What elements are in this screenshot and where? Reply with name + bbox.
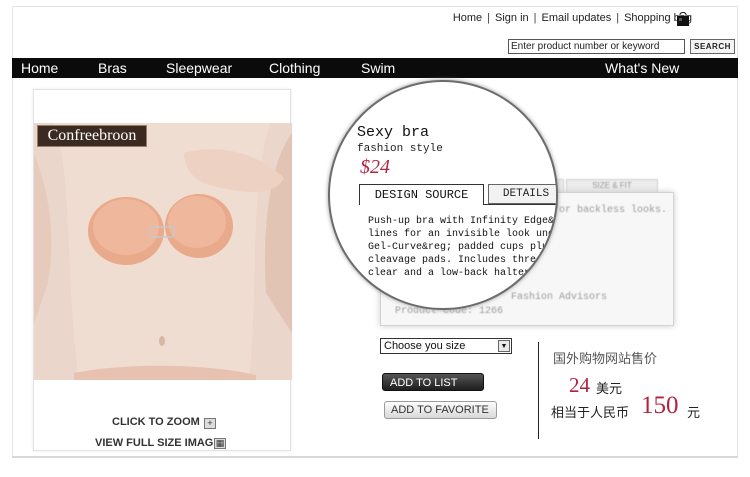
nav-item-bras[interactable]: Bras [98,59,127,77]
description-line: cleavage pads. Includes three straps: re… [368,255,556,266]
sign-in-link[interactable]: Sign in [495,12,529,24]
shopping-bag-icon[interactable] [676,12,690,27]
separator: | [533,12,537,24]
description-line: clear and a low-back halter [368,268,531,279]
add-to-list-button[interactable]: ADD TO LIST [382,373,484,391]
full-size-icon[interactable]: ▦ [214,438,226,449]
zoom-plus-icon[interactable]: + [204,418,216,429]
add-to-favorite-button[interactable]: ADD TO FAVORITE [384,401,497,419]
tab-size-fit[interactable]: SIZE & FIT [566,179,658,193]
separator: | [487,12,491,24]
email-updates-link[interactable]: Email updates [542,12,612,24]
view-full-size-label: VIEW FULL SIZE IMAGE [95,437,221,449]
usd-unit: 美元 [596,382,623,397]
rmb-label: 相当于人民币 [551,406,630,421]
nav-item-swim[interactable]: Swim [361,59,395,77]
product-name: Sexy bra [357,124,430,141]
search-button[interactable]: SEARCH [690,39,735,54]
nav-item-whats-new[interactable]: What's New [605,59,679,77]
utility-links: Home | Sign in | Email updates | Shopping bag [453,12,692,24]
rmb-price: 150 [641,392,679,419]
rmb-unit: 元 [687,406,701,421]
size-select-value: Choose you size [384,340,466,352]
description-line: Push-up bra with Infinity Edge&reg; that… [368,216,556,227]
panel-text-line: for backless looks. [553,205,668,216]
search-input[interactable] [508,39,685,54]
magnifier-lens: Sexy bra fashion style $24 DETAILS DESIG… [328,80,558,310]
nav-item-home[interactable]: Home [21,59,58,77]
tab-details[interactable]: DETAILS [488,184,556,204]
lens-content: Sexy bra fashion style $24 DETAILS DESIG… [330,82,556,308]
description-line: lines for an invisible look under clothe… [368,229,556,240]
price-box-divider [538,342,539,439]
size-select[interactable]: Choose you size ▼ [380,338,512,354]
product-price: $24 [360,156,390,178]
price-box-title: 国外购物网站售价 [553,352,658,367]
nav-item-clothing[interactable]: Clothing [269,59,320,77]
product-subtitle: fashion style [357,143,443,155]
product-photo[interactable] [34,123,292,380]
usd-price: 24 [569,373,590,397]
click-to-zoom-label: CLICK TO ZOOM [112,416,200,428]
main-nav: Home Bras Sleepwear Clothing Swim What's… [12,58,738,78]
separator: | [616,12,620,24]
click-to-zoom-link[interactable]: CLICK TO ZOOM [112,416,200,428]
nav-item-sleepwear[interactable]: Sleepwear [166,59,232,77]
chevron-down-icon[interactable]: ▼ [498,340,510,352]
home-link[interactable]: Home [453,12,482,24]
page-frame-shadow [12,456,738,458]
view-full-size-link[interactable]: VIEW FULL SIZE IMAGE [95,437,221,449]
description-line: Gel-Curve&reg; padded cups plus removabl… [368,242,556,253]
product-image-card: Confreebroon [33,89,292,451]
brand-logo: Confreebroon [37,125,147,147]
tab-design-source[interactable]: DESIGN SOURCE [359,184,484,205]
